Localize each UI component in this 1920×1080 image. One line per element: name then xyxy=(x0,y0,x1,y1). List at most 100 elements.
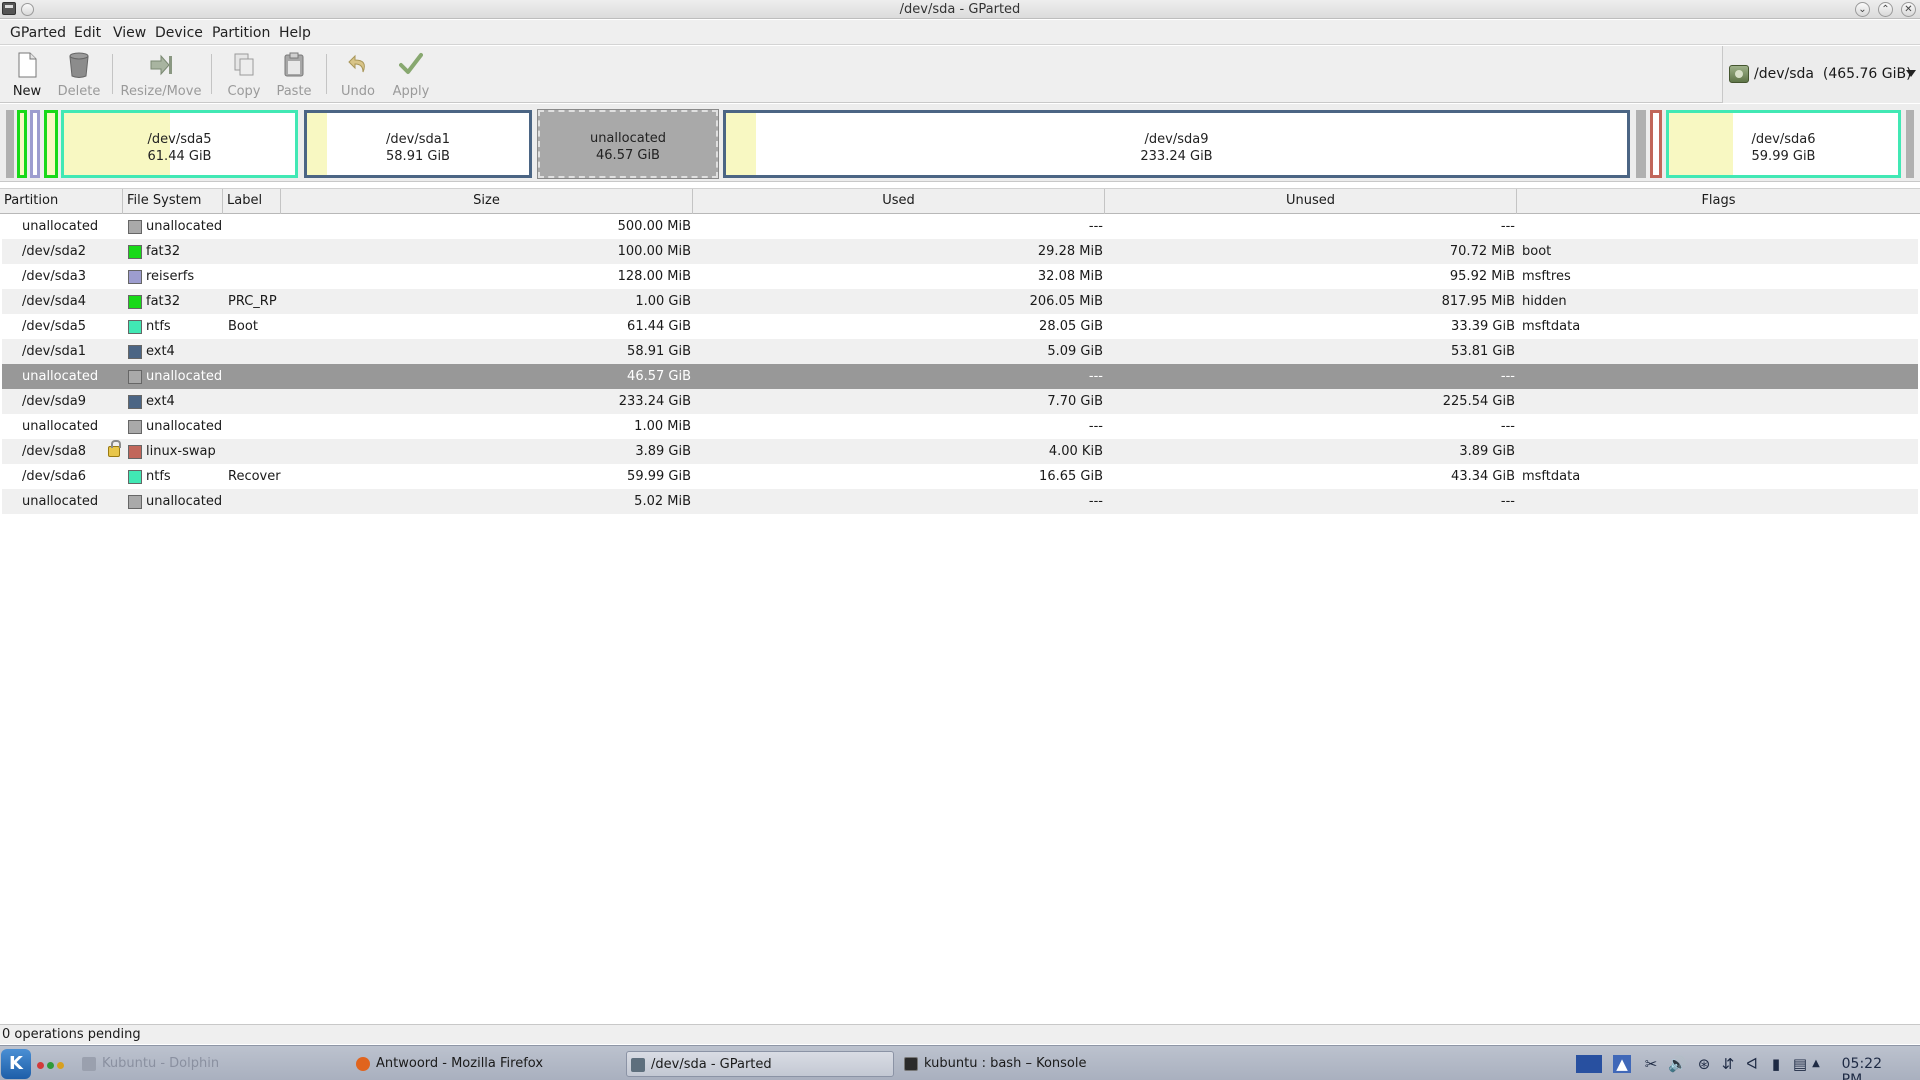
title-bar: /dev/sda - GParted ⌄ ⌃ ✕ xyxy=(0,0,1920,19)
resize-move-button-label: Resize/Move xyxy=(120,84,202,99)
cell-label: Boot xyxy=(228,319,258,334)
column-header-size[interactable]: Size xyxy=(281,189,693,214)
menu-help[interactable]: Help xyxy=(279,25,311,41)
filesystem-color-swatch xyxy=(128,220,142,234)
tray-expand-icon[interactable]: ▲ xyxy=(1810,1055,1822,1073)
map-sda3-sliver[interactable] xyxy=(30,110,40,178)
map-segment-sda5[interactable]: /dev/sda5 61.44 GiB xyxy=(61,110,298,178)
table-row[interactable]: /dev/sda8 linux-swap 3.89 GiB 4.00 KiB 3.89 … xyxy=(2,439,1918,464)
menu-view[interactable]: View xyxy=(113,25,146,41)
column-header-flags[interactable]: Flags xyxy=(1517,189,1920,214)
paste-button-label: Paste xyxy=(276,84,312,99)
toolbar: New Delete Resize/Move Copy Paste Undo A… xyxy=(0,46,1920,103)
map-segment-sda6[interactable]: /dev/sda6 59.99 GiB xyxy=(1666,110,1901,178)
task-gparted[interactable]: /dev/sda - GParted xyxy=(626,1051,894,1077)
segment-name: unallocated xyxy=(589,131,667,146)
copy-button-label: Copy xyxy=(227,84,261,99)
network-monitor-icon[interactable] xyxy=(1576,1055,1602,1073)
device-selector[interactable]: /dev/sda (465.76 GiB) xyxy=(1722,46,1920,103)
column-header-filesystem[interactable]: File System xyxy=(123,189,223,214)
maximize-icon[interactable]: ⌃ xyxy=(1878,2,1893,17)
cell-filesystem: unallocated xyxy=(146,219,223,234)
undo-button[interactable]: Undo xyxy=(336,50,380,100)
kde-launcher-icon[interactable]: K xyxy=(1,1049,31,1079)
delete-button-label: Delete xyxy=(57,84,101,99)
volume-icon[interactable]: 🔊 xyxy=(1668,1055,1687,1073)
table-row[interactable]: /dev/sda1 ext4 58.91 GiB 5.09 GiB 53.81 GiB xyxy=(2,339,1918,364)
cell-used: 4.00 KiB xyxy=(1048,444,1103,459)
filesystem-color-swatch xyxy=(128,470,142,484)
toolbar-separator xyxy=(211,54,212,94)
cell-partition: unallocated xyxy=(22,494,99,509)
table-row[interactable]: unallocated unallocated 46.57 GiB --- --- xyxy=(2,364,1918,389)
table-row[interactable]: /dev/sda3 reiserfs 128.00 MiB 32.08 MiB 95.9… xyxy=(2,264,1918,289)
cell-unused: --- xyxy=(1500,369,1515,384)
column-header-unused[interactable]: Unused xyxy=(1105,189,1517,214)
map-segment-sda1[interactable]: /dev/sda1 58.91 GiB xyxy=(304,110,532,178)
klipper-icon[interactable]: ✂ xyxy=(1642,1055,1660,1073)
column-header-used[interactable]: Used xyxy=(693,189,1105,214)
map-sda2-sliver[interactable] xyxy=(17,110,27,178)
copy-button[interactable]: Copy xyxy=(222,50,266,100)
display-icon[interactable]: ▤ xyxy=(1791,1055,1809,1073)
table-row[interactable]: unallocated unallocated 500.00 MiB --- --- xyxy=(2,214,1918,239)
table-row[interactable]: /dev/sda4 fat32 PRC_RP 1.00 GiB 206.05 MiB 81… xyxy=(2,289,1918,314)
menu-edit[interactable]: Edit xyxy=(74,25,101,41)
paste-button[interactable]: Paste xyxy=(272,50,316,100)
task-konsole[interactable]: kubuntu : bash – Konsole xyxy=(900,1051,1170,1077)
task-firefox[interactable]: Antwoord - Mozilla Firefox xyxy=(352,1051,622,1077)
close-icon[interactable]: ✕ xyxy=(1901,2,1916,17)
cell-filesystem: unallocated xyxy=(146,494,223,509)
resize-move-button[interactable]: Resize/Move xyxy=(120,50,202,100)
delete-button[interactable]: Delete xyxy=(56,50,102,100)
column-header-label[interactable]: Label xyxy=(223,189,281,214)
bluetooth-icon[interactable]: ᐊ xyxy=(1743,1055,1761,1073)
map-unallocated-sliver[interactable] xyxy=(1636,110,1646,178)
menu-partition[interactable]: Partition xyxy=(212,25,270,41)
cell-flags: msftres xyxy=(1522,269,1571,284)
new-button[interactable]: New xyxy=(8,50,46,100)
status-text: 0 operations pending xyxy=(2,1027,141,1042)
cell-used: --- xyxy=(1088,494,1103,509)
table-row[interactable]: /dev/sda2 fat32 100.00 MiB 29.28 MiB 70.72 M… xyxy=(2,239,1918,264)
column-header-partition[interactable]: Partition xyxy=(0,189,123,214)
filesystem-color-swatch xyxy=(128,270,142,284)
kopete-icon[interactable]: ⊛ xyxy=(1695,1055,1713,1073)
cell-flags: boot xyxy=(1522,244,1552,259)
cell-size: 233.24 GiB xyxy=(618,394,691,409)
clock[interactable]: 05:22 PM xyxy=(1842,1056,1882,1080)
segment-name: /dev/sda5 xyxy=(147,132,212,147)
task-dolphin[interactable]: Kubuntu - Dolphin xyxy=(78,1051,348,1077)
table-row[interactable]: /dev/sda5 ntfs Boot 61.44 GiB 28.05 GiB 33.39… xyxy=(2,314,1918,339)
cell-flags: hidden xyxy=(1522,294,1567,309)
battery-icon[interactable]: ▮ xyxy=(1767,1055,1785,1073)
cell-used: --- xyxy=(1088,219,1103,234)
table-row[interactable]: unallocated unallocated 1.00 MiB --- --- xyxy=(2,414,1918,439)
minimize-icon[interactable]: ⌄ xyxy=(1855,2,1870,17)
cell-partition: /dev/sda5 xyxy=(22,319,86,334)
update-notifier-icon[interactable]: ▲ xyxy=(1613,1055,1631,1073)
menu-gparted[interactable]: GParted xyxy=(10,25,66,41)
segment-name: /dev/sda6 xyxy=(1751,132,1816,147)
map-sda4-sliver[interactable] xyxy=(44,110,58,178)
segment-size: 233.24 GiB xyxy=(1140,149,1213,164)
map-sda8-sliver[interactable] xyxy=(1650,110,1662,178)
table-row[interactable]: unallocated unallocated 5.02 MiB --- --- xyxy=(2,489,1918,514)
cell-partition: /dev/sda9 xyxy=(22,394,86,409)
cell-flags: msftdata xyxy=(1522,319,1581,334)
map-unallocated-sliver[interactable] xyxy=(6,110,14,178)
segment-size: 59.99 GiB xyxy=(1751,149,1816,164)
filesystem-color-swatch xyxy=(128,370,142,384)
cell-label: PRC_RP xyxy=(228,294,277,309)
table-row[interactable]: /dev/sda6 ntfs Recover 59.99 GiB 16.65 GiB 43… xyxy=(2,464,1918,489)
map-segment-unallocated-selected[interactable]: unallocated 46.57 GiB xyxy=(537,109,719,179)
network-icon[interactable]: ⇵ xyxy=(1719,1055,1737,1073)
table-row[interactable]: /dev/sda9 ext4 233.24 GiB 7.70 GiB 225.54 Gi… xyxy=(2,389,1918,414)
taskbar: K Kubuntu - Dolphin Antwoord - Mozilla F… xyxy=(0,1045,1920,1080)
map-unallocated-sliver[interactable] xyxy=(1906,110,1914,178)
menu-device[interactable]: Device xyxy=(155,25,203,41)
cell-size: 1.00 MiB xyxy=(634,419,691,434)
apply-button[interactable]: Apply xyxy=(388,50,434,100)
filesystem-color-swatch xyxy=(128,495,142,509)
map-segment-sda9[interactable]: /dev/sda9 233.24 GiB xyxy=(723,110,1630,178)
